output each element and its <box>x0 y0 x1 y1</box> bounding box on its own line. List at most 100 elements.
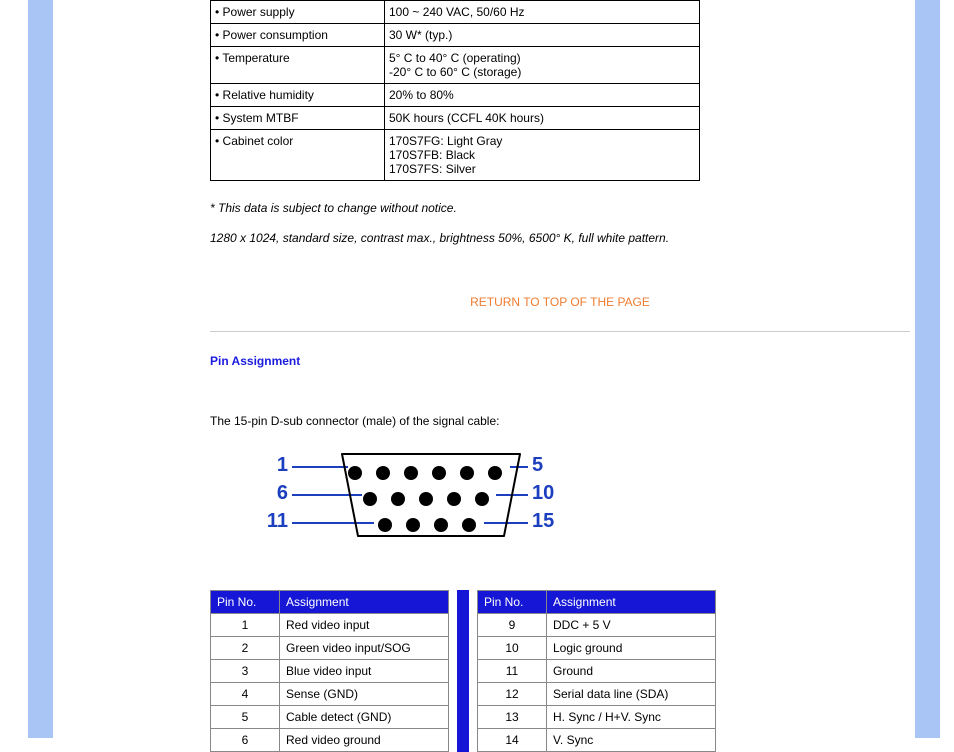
pin-no: 2 <box>211 637 280 660</box>
pattern-note: 1280 x 1024, standard size, contrast max… <box>210 231 910 245</box>
content-area: • Power supply 100 ~ 240 VAC, 50/60 Hz •… <box>210 0 910 752</box>
pin-no: 14 <box>478 729 547 752</box>
pin-no: 4 <box>211 683 280 706</box>
pin-header-no: Pin No. <box>478 591 547 614</box>
pin-assign: H. Sync / H+V. Sync <box>547 706 716 729</box>
spec-label: • Temperature <box>211 47 385 84</box>
table-row: 9DDC + 5 V <box>478 614 716 637</box>
pin-assignment-tables: Pin No. Assignment 1Red video input 2Gre… <box>210 590 910 752</box>
pin-no: 13 <box>478 706 547 729</box>
pin-dot <box>363 492 377 506</box>
pin-dot <box>348 466 362 480</box>
spec-label: • System MTBF <box>211 107 385 130</box>
spec-label: • Relative humidity <box>211 84 385 107</box>
pin-label-1: 1 <box>260 454 288 477</box>
pin-no: 12 <box>478 683 547 706</box>
table-row: • Power consumption 30 W* (typ.) <box>211 24 700 47</box>
pin-dot <box>462 518 476 532</box>
return-to-top-link[interactable]: RETURN TO TOP OF THE PAGE <box>210 295 910 309</box>
pin-dot <box>434 518 448 532</box>
spec-value: 30 W* (typ.) <box>385 24 700 47</box>
table-row: 5Cable detect (GND) <box>211 706 449 729</box>
pin-label-5: 5 <box>532 454 562 477</box>
pin-assign: Cable detect (GND) <box>280 706 449 729</box>
pin-header-assign: Assignment <box>547 591 716 614</box>
table-spacer <box>457 590 469 752</box>
table-row: 6Red video ground <box>211 729 449 752</box>
table-row: • Temperature 5° C to 40° C (operating) … <box>211 47 700 84</box>
pin-dot <box>432 466 446 480</box>
pin-row <box>378 512 502 538</box>
pin-no: 6 <box>211 729 280 752</box>
spec-label: • Power supply <box>211 1 385 24</box>
pin-header-assign: Assignment <box>280 591 449 614</box>
pin-dot <box>391 492 405 506</box>
notice-text: * This data is subject to change without… <box>210 201 910 215</box>
pin-assign: Blue video input <box>280 660 449 683</box>
pin-assign: Logic ground <box>547 637 716 660</box>
left-stripe <box>28 0 53 738</box>
pin-label-15: 15 <box>532 510 562 533</box>
pin-no: 5 <box>211 706 280 729</box>
pin-dot <box>460 466 474 480</box>
spec-table: • Power supply 100 ~ 240 VAC, 50/60 Hz •… <box>210 0 700 181</box>
pin-dot <box>406 518 420 532</box>
pin-no: 3 <box>211 660 280 683</box>
pin-assign: DDC + 5 V <box>547 614 716 637</box>
table-gap <box>449 590 457 752</box>
pin-no: 11 <box>478 660 547 683</box>
pin-desc: The 15-pin D-sub connector (male) of the… <box>210 414 910 428</box>
pin-dot <box>475 492 489 506</box>
pin-assign: Red video input <box>280 614 449 637</box>
section-divider <box>210 331 910 332</box>
pin-dot <box>419 492 433 506</box>
page-root: • Power supply 100 ~ 240 VAC, 50/60 Hz •… <box>0 0 954 738</box>
pin-assign: V. Sync <box>547 729 716 752</box>
table-row: 1Red video input <box>211 614 449 637</box>
right-stripe <box>915 0 940 738</box>
table-row: 3Blue video input <box>211 660 449 683</box>
pin-no: 1 <box>211 614 280 637</box>
spec-value: 20% to 80% <box>385 84 700 107</box>
pin-table-left: Pin No. Assignment 1Red video input 2Gre… <box>210 590 449 752</box>
pin-row <box>363 486 502 512</box>
pin-dot <box>488 466 502 480</box>
spec-value: 5° C to 40° C (operating) -20° C to 60° … <box>385 47 700 84</box>
table-row: 14V. Sync <box>478 729 716 752</box>
dsub-connector-diagram: 1 6 11 5 10 15 <box>270 450 670 550</box>
pin-no: 10 <box>478 637 547 660</box>
pin-dot <box>404 466 418 480</box>
pin-label-10: 10 <box>532 482 562 505</box>
pin-assign: Red video ground <box>280 729 449 752</box>
pin-dots <box>348 460 502 538</box>
spec-value: 50K hours (CCFL 40K hours) <box>385 107 700 130</box>
table-row: • Cabinet color 170S7FG: Light Gray 170S… <box>211 130 700 181</box>
pin-dot <box>376 466 390 480</box>
table-row: • Relative humidity 20% to 80% <box>211 84 700 107</box>
pin-assign: Serial data line (SDA) <box>547 683 716 706</box>
pin-assignment-title: Pin Assignment <box>210 354 910 368</box>
pin-label-11: 11 <box>260 510 288 533</box>
pin-assign: Ground <box>547 660 716 683</box>
pin-assign: Green video input/SOG <box>280 637 449 660</box>
pin-header-no: Pin No. <box>211 591 280 614</box>
pin-no: 9 <box>478 614 547 637</box>
spec-label: • Cabinet color <box>211 130 385 181</box>
spec-label: • Power consumption <box>211 24 385 47</box>
table-row: 4Sense (GND) <box>211 683 449 706</box>
pin-row <box>348 460 502 486</box>
table-row: • System MTBF 50K hours (CCFL 40K hours) <box>211 107 700 130</box>
table-row: 11Ground <box>478 660 716 683</box>
pin-table-right: Pin No. Assignment 9DDC + 5 V 10Logic gr… <box>477 590 716 752</box>
spec-value: 100 ~ 240 VAC, 50/60 Hz <box>385 1 700 24</box>
table-gap <box>469 590 477 752</box>
table-row: 10Logic ground <box>478 637 716 660</box>
table-row: • Power supply 100 ~ 240 VAC, 50/60 Hz <box>211 1 700 24</box>
pin-assign: Sense (GND) <box>280 683 449 706</box>
table-row: 2Green video input/SOG <box>211 637 449 660</box>
pin-label-6: 6 <box>260 482 288 505</box>
pin-dot <box>447 492 461 506</box>
table-row: 13H. Sync / H+V. Sync <box>478 706 716 729</box>
pin-dot <box>378 518 392 532</box>
table-row: 12Serial data line (SDA) <box>478 683 716 706</box>
